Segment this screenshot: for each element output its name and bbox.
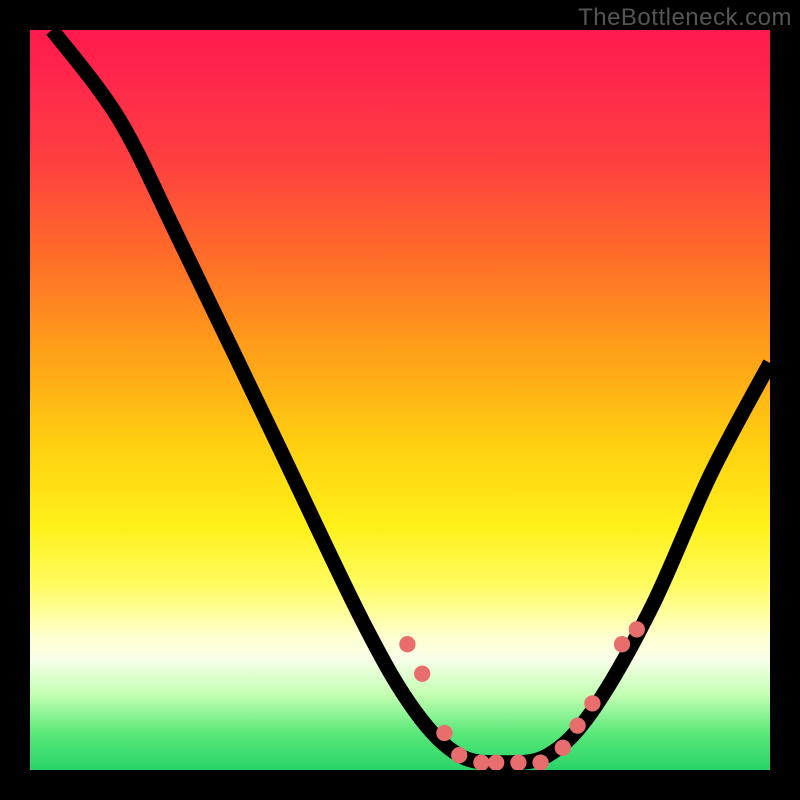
data-marker xyxy=(473,754,489,770)
chart-frame: TheBottleneck.com xyxy=(0,0,800,800)
data-marker xyxy=(555,740,571,756)
data-marker xyxy=(399,636,415,652)
bottleneck-curve xyxy=(52,30,770,763)
chart-svg xyxy=(30,30,770,770)
data-marker xyxy=(629,621,645,637)
watermark-text: TheBottleneck.com xyxy=(578,4,792,32)
data-marker xyxy=(436,725,452,741)
data-marker xyxy=(584,695,600,711)
plot-area xyxy=(30,30,770,770)
data-marker xyxy=(614,636,630,652)
data-marker xyxy=(510,754,526,770)
data-marker xyxy=(532,754,548,770)
data-marker xyxy=(451,747,467,763)
data-marker xyxy=(569,717,585,733)
data-marker xyxy=(488,754,504,770)
data-marker xyxy=(414,666,430,682)
